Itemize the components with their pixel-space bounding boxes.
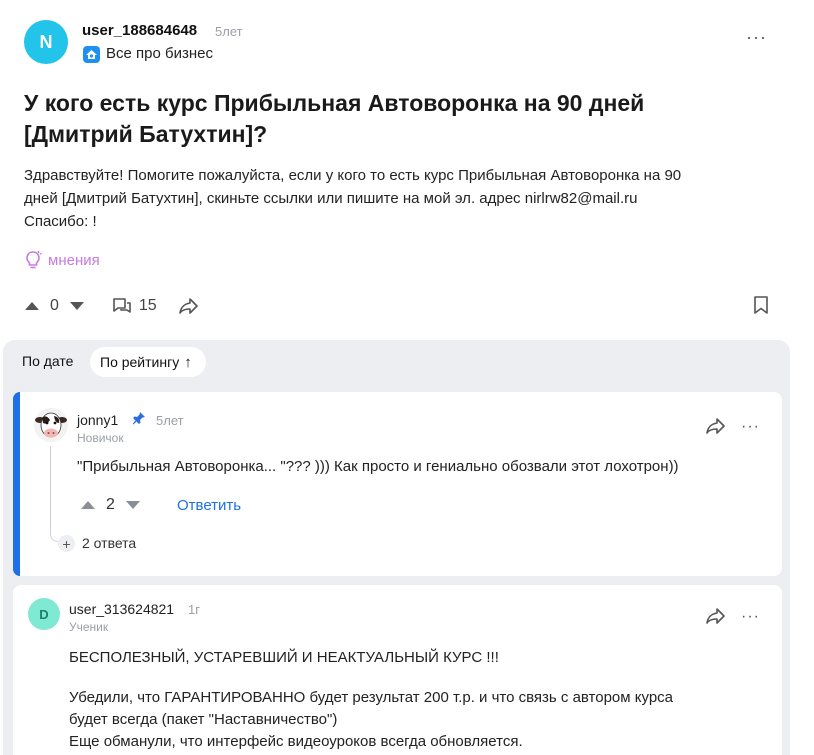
question-title: У кого есть курс Прибыльная Автоворонка … — [24, 88, 744, 150]
answer-rank: Ученик — [69, 620, 109, 634]
answer-rank: Новичок — [77, 431, 124, 445]
more-options-icon[interactable]: ··· — [741, 418, 760, 436]
category-link[interactable]: Все про бизнес — [106, 45, 213, 62]
answer-line: будет всегда (пакет "Наставничество") — [69, 711, 338, 728]
answer-card: jonny1 5лет Новичок "Прибыльная Автоворо… — [13, 392, 782, 576]
body-line: Здравствуйте! Помогите пожалуйста, если … — [24, 167, 682, 184]
answer-text: "Прибыльная Автоворонка... "??? ))) Как … — [77, 458, 679, 475]
sort-rating-label: По рейтингу — [100, 354, 180, 370]
lightbulb-icon — [26, 250, 42, 269]
comments-icon — [113, 298, 131, 313]
answer-avatar[interactable]: D — [28, 598, 60, 630]
share-icon — [178, 298, 198, 314]
more-options-icon[interactable]: ··· — [746, 27, 767, 48]
arrow-up-icon: ↑ — [184, 353, 192, 371]
share-icon[interactable] — [706, 607, 726, 630]
downvote-icon[interactable] — [69, 300, 85, 312]
comments-count: 15 — [138, 297, 157, 314]
page-gutter — [795, 0, 814, 755]
category-icon — [83, 46, 100, 63]
vote-group: 0 — [24, 297, 85, 315]
upvote-icon[interactable] — [24, 300, 40, 312]
more-options-icon[interactable]: ··· — [741, 608, 760, 626]
page: N user_188684648 5лет Все про бизнес ···… — [0, 0, 814, 755]
reply-button[interactable]: Ответить — [177, 497, 241, 514]
body-line: Спасибо: ! — [24, 213, 97, 230]
sort-by-rating-tab[interactable]: По рейтингу ↑ — [90, 347, 206, 377]
expand-replies-icon[interactable]: + — [58, 535, 75, 552]
answer-author[interactable]: user_313624821 — [69, 601, 174, 617]
answers-section: По дате По рейтингу ↑ jonny1 5лет Новичо… — [3, 340, 790, 755]
author-avatar[interactable]: N — [24, 20, 68, 64]
title-line: У кого есть курс Прибыльная Автоворонка … — [24, 90, 645, 116]
thread-line — [50, 446, 58, 542]
best-answer-accent — [13, 392, 20, 576]
title-line: [Дмитрий Батухтин]? — [24, 121, 268, 147]
post-age: 5лет — [215, 24, 243, 39]
opinions-button[interactable]: мнения — [24, 250, 100, 270]
answer-line: БЕСПОЛЕЗНЫЙ, УСТАРЕВШИЙ И НЕАКТУАЛЬНЫЙ К… — [69, 649, 499, 666]
answer-vote-group: 2 — [80, 496, 141, 514]
body-line: дней [Дмитрий Батухтин], скиньте ссылки … — [24, 190, 638, 207]
cow-avatar[interactable] — [34, 408, 68, 442]
answer-text: БЕСПОЛЕЗНЫЙ, УСТАРЕВШИЙ И НЕАКТУАЛЬНЫЙ К… — [69, 647, 673, 753]
answer-author[interactable]: jonny1 — [77, 412, 118, 428]
vote-count: 0 — [50, 297, 59, 314]
sort-by-date-tab[interactable]: По дате — [22, 353, 73, 369]
answer-age: 5лет — [156, 413, 184, 428]
pin-icon — [132, 411, 146, 428]
downvote-icon[interactable] — [125, 499, 141, 511]
answer-vote-count: 2 — [106, 496, 115, 513]
answer-line: Убедили, что ГАРАНТИРОВАННО будет резуль… — [69, 689, 674, 706]
bookmark-icon[interactable] — [752, 295, 770, 320]
answer-age: 1г — [188, 602, 200, 617]
author-name[interactable]: user_188684648 — [82, 22, 197, 39]
share-icon[interactable] — [706, 417, 726, 440]
question-card: N user_188684648 5лет Все про бизнес ···… — [0, 0, 795, 340]
comments-button[interactable]: 15 — [111, 296, 157, 316]
replies-count-link[interactable]: 2 ответа — [82, 535, 136, 551]
question-body: Здравствуйте! Помогите пожалуйста, если … — [24, 164, 774, 233]
share-button[interactable] — [178, 297, 199, 315]
opinions-label: мнения — [48, 251, 100, 269]
question-actions: 0 15 — [24, 293, 199, 319]
answer-card: D user_313624821 1г Ученик ··· БЕСПОЛЕЗН… — [13, 585, 782, 755]
upvote-icon[interactable] — [80, 499, 96, 511]
answer-line: Еще обманули, что интерфейс видеоуроков … — [69, 733, 523, 750]
